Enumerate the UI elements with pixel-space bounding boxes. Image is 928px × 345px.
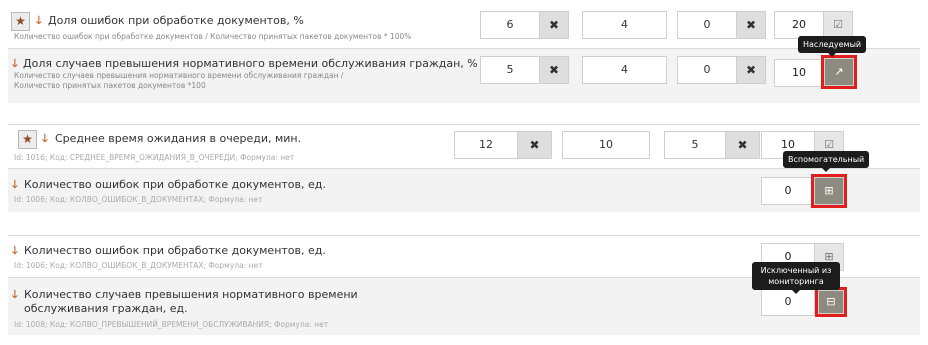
tooltip-auxiliary: Вспомогательный xyxy=(783,151,870,172)
close-icon: ✖ xyxy=(529,138,540,152)
arrow-down-icon: 🡓 xyxy=(12,288,18,301)
close-icon: ✖ xyxy=(548,63,560,77)
tooltip-excluded: Исключенный из мониторинга xyxy=(752,262,840,294)
value-field[interactable]: 12 xyxy=(454,131,518,159)
external-link-icon: ↗ xyxy=(834,65,844,78)
indicator-formula: Количество ошибок при обработке документ… xyxy=(14,32,412,41)
auxiliary-button[interactable]: ⊞ xyxy=(811,174,847,208)
star-icon[interactable]: ★ xyxy=(11,12,30,31)
value-field[interactable]: 6 xyxy=(480,11,540,39)
indicator-meta: Id: 1006; Код: КОЛВО_ОШИБОК_В_ДОКУМЕНТАХ… xyxy=(14,195,263,204)
value-field[interactable]: 4 xyxy=(582,56,667,84)
indicator-meta: Id: 1016; Код: СРЕДНЕЕ_ВРЕМЯ_ОЖИДАНИЯ_В_… xyxy=(14,153,295,162)
clear-button[interactable]: ✖ xyxy=(517,131,552,159)
indicator-title: Доля ошибок при обработке документов, % xyxy=(48,14,304,27)
value-field[interactable]: 10 xyxy=(562,131,650,159)
value-field[interactable]: 0 xyxy=(761,177,815,205)
check-icon: ☑ xyxy=(833,18,843,31)
close-icon: ✖ xyxy=(737,138,748,152)
clear-button[interactable]: ✖ xyxy=(725,131,760,159)
check-button[interactable]: ☑ xyxy=(823,11,853,39)
clear-button[interactable]: ✖ xyxy=(736,11,766,39)
indicator-title: Доля случаев превышения нормативного вре… xyxy=(23,57,478,70)
star-icon[interactable]: ★ xyxy=(18,130,37,149)
indicator-row: 🡓 Количество ошибок при обработке докуме… xyxy=(8,168,920,212)
value-field[interactable]: 0 xyxy=(677,11,737,39)
indicator-row: ★ 🡓 Доля ошибок при обработке документов… xyxy=(8,6,920,43)
tooltip-inherited: Наследуемый xyxy=(798,36,867,57)
close-icon: ✖ xyxy=(745,63,757,77)
indicator-title: Количество ошибок при обработке документ… xyxy=(24,244,326,257)
value-field[interactable]: 20 xyxy=(774,11,824,39)
arrow-down-icon: 🡓 xyxy=(42,132,48,145)
close-icon: ✖ xyxy=(548,18,560,32)
value-field[interactable]: 4 xyxy=(582,11,667,39)
inherited-button[interactable]: ↗ xyxy=(821,55,857,89)
value-field[interactable]: 10 xyxy=(774,59,824,87)
minus-square-icon: ⊟ xyxy=(826,295,836,308)
check-icon: ☑ xyxy=(824,138,834,151)
arrow-down-icon: 🡓 xyxy=(12,178,18,191)
close-icon: ✖ xyxy=(745,18,757,32)
value-field[interactable]: 5 xyxy=(480,56,540,84)
indicator-row: 🡓 Доля случаев превышения нормативного в… xyxy=(8,48,920,103)
value-field[interactable]: 0 xyxy=(761,288,815,316)
arrow-down-icon: 🡓 xyxy=(36,14,42,27)
value-field[interactable]: 0 xyxy=(677,56,737,84)
clear-button[interactable]: ✖ xyxy=(539,56,569,84)
clear-button[interactable]: ✖ xyxy=(736,56,766,84)
indicator-title: Количество случаев превышения нормативно… xyxy=(24,288,358,315)
indicator-title: Количество ошибок при обработке документ… xyxy=(24,178,326,191)
value-field[interactable]: 5 xyxy=(664,131,726,159)
indicator-meta: Id: 1008; Код: КОЛВО_ПРЕВЫШЕНИЙ_ВРЕМЕНИ_… xyxy=(14,320,329,329)
indicator-title: Среднее время ожидания в очереди, мин. xyxy=(55,132,302,145)
plus-square-icon: ⊞ xyxy=(824,184,834,197)
indicator-formula: Количество случаев превышения нормативно… xyxy=(14,71,344,90)
arrow-down-icon: 🡓 xyxy=(12,57,18,70)
arrow-down-icon: 🡓 xyxy=(12,244,18,257)
clear-button[interactable]: ✖ xyxy=(539,11,569,39)
indicator-meta: Id: 1006; Код: КОЛВО_ОШИБОК_В_ДОКУМЕНТАХ… xyxy=(14,261,263,270)
excluded-button[interactable]: ⊟ xyxy=(815,287,847,317)
